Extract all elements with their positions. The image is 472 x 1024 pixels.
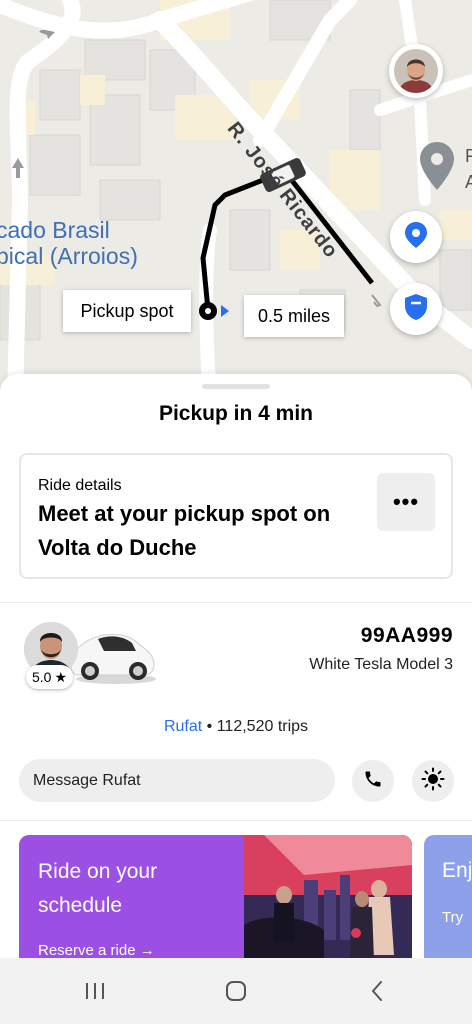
divider [0,602,472,603]
phone-icon [363,769,383,794]
map-place-pin-icon [420,142,454,195]
map-area-label: cado Brasil pical (Arroios) [0,217,138,269]
promo-card-partial[interactable]: Enj Try [424,835,472,958]
arrow-right-icon: → [139,942,155,958]
more-horizontal-icon: ••• [392,489,420,514]
promo-link-partial: Try [442,909,464,926]
car-model: White Tesla Model 3 [309,656,453,673]
back-button[interactable] [362,980,392,1006]
shield-icon [404,293,428,326]
car-image [64,617,160,694]
home-icon [225,980,247,1007]
map-view[interactable]: cado Brasil pical (Arroios) R. José Rica… [0,0,472,400]
system-navigation-bar [0,958,472,1024]
more-options-button[interactable]: ••• [377,473,435,531]
location-pin-icon [404,221,428,254]
ride-details-message: Meet at your pickup spot on Volta do Duc… [38,501,331,560]
pickup-eta-title: Pickup in 4 min [158,402,314,425]
recenter-button[interactable] [390,211,442,263]
recent-apps-icon [84,981,106,1006]
trip-bottom-sheet: Pickup in 4 min Ride details Meet at you… [0,374,472,958]
promo-title: Ride on your schedule [38,860,158,917]
driver-trip-count: 112,520 trips [216,718,309,735]
reserve-ride-label: Reserve a ride [38,942,136,958]
license-plate: 99AA999 [360,624,453,647]
star-icon: ★ [54,668,68,685]
trips-separator: • [206,718,213,735]
call-driver-button[interactable] [352,760,394,802]
distance-label: 0.5 miles [244,295,344,337]
back-icon [369,980,385,1007]
message-driver-placeholder: Message Rufat [33,771,141,789]
pickup-spot-label: Pickup spot [63,290,191,332]
safety-shield-button[interactable] [390,283,442,335]
map-edge-letter-2: A [465,172,472,192]
ride-details-card[interactable]: Ride details Meet at your pickup spot on… [19,453,453,579]
map-edge-letter-1: F [465,146,472,166]
promo-title-partial: Enj [442,859,472,882]
driver-rating: 5.0 ★ [26,665,74,689]
profile-avatar[interactable] [389,44,443,98]
beacon-light-button[interactable] [412,760,454,802]
ride-details-caption: Ride details [38,477,122,494]
driver-trips-line: Rufat • 112,520 trips [0,718,472,736]
rating-value: 5.0 [32,669,52,685]
map-area-label-line2: pical (Arroios) [0,243,138,269]
sheet-drag-handle[interactable] [202,384,270,389]
brightness-icon [421,767,445,796]
reserve-ride-link[interactable]: Reserve a ride → [38,942,155,958]
divider [0,820,472,821]
message-driver-input[interactable]: Message Rufat [19,759,335,802]
promo-card-reserve[interactable]: Ride on your schedule Reserve a ride → [19,835,412,958]
home-button[interactable] [221,980,251,1006]
map-area-label-line1: cado Brasil [0,217,110,243]
promo-illustration [244,835,412,958]
driver-name-link[interactable]: Rufat [164,718,202,735]
recent-apps-button[interactable] [80,980,110,1006]
